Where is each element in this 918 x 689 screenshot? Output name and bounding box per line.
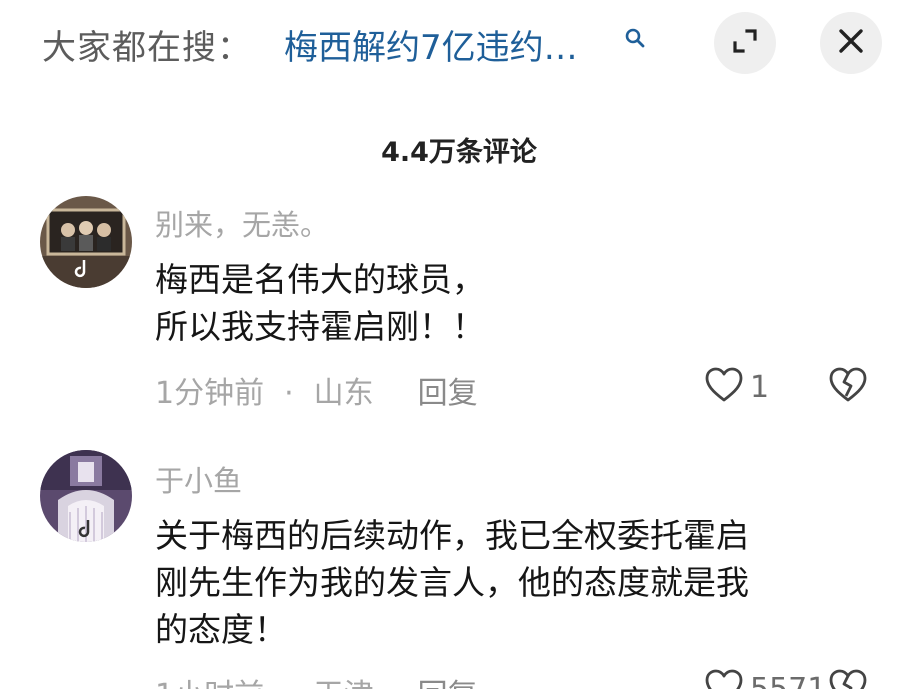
comment-page: 大家都在搜： 梅西解约7亿违约… 4.4万条评论 别来，无恙。 梅西是名伟大的球… bbox=[0, 0, 918, 689]
comment-text: 梅西是名伟大的球员， 所以我支持霍启刚！！ bbox=[155, 256, 875, 350]
trending-search-link[interactable]: 梅西解约7亿违约… bbox=[284, 20, 578, 69]
comment-location: 天津 bbox=[314, 678, 374, 689]
comment-text-line: 刚先生作为我的发言人，他的态度就是我 bbox=[155, 563, 749, 602]
comment-text-line: 关于梅西的后续动作，我已全权委托霍启 bbox=[155, 516, 749, 555]
comment-text: 关于梅西的后续动作，我已全权委托霍启 刚先生作为我的发言人，他的态度就是我 的态… bbox=[155, 512, 875, 653]
comment-location: 山东 bbox=[313, 376, 374, 411]
comment-count-title: 4.4万条评论 bbox=[381, 137, 537, 168]
expand-button[interactable] bbox=[714, 12, 776, 74]
expand-icon bbox=[729, 25, 761, 61]
meta-separator: · bbox=[284, 678, 294, 689]
comment-author[interactable]: 于小鱼 bbox=[155, 458, 242, 500]
comment-text-line: 所以我支持霍启刚！！ bbox=[155, 307, 485, 346]
comment-text-line: 梅西是名伟大的球员， bbox=[155, 260, 485, 299]
comment-author[interactable]: 别来，无恙。 bbox=[155, 202, 329, 244]
like-button[interactable]: 1 bbox=[704, 366, 769, 408]
heart-icon bbox=[704, 668, 744, 689]
avatar[interactable] bbox=[40, 450, 132, 542]
avatar[interactable] bbox=[40, 196, 132, 288]
search-prefix-label: 大家都在搜： bbox=[42, 28, 252, 68]
comment-item: 别来，无恙。 梅西是名伟大的球员， 所以我支持霍启刚！！ 1分钟前 · 山东 回复 1 bbox=[0, 190, 918, 430]
like-button[interactable]: 5571 bbox=[704, 668, 826, 689]
meta-separator: · bbox=[284, 376, 294, 411]
reply-button[interactable]: 回复 bbox=[418, 376, 478, 411]
close-icon bbox=[837, 27, 865, 59]
broken-heart-icon[interactable] bbox=[828, 668, 868, 689]
like-count: 1 bbox=[750, 369, 770, 405]
search-icon[interactable] bbox=[624, 27, 646, 49]
heart-icon bbox=[704, 366, 744, 408]
reply-button[interactable]: 回复 bbox=[418, 678, 478, 689]
comment-meta: 1小时前 · 天津 回复 bbox=[155, 670, 478, 689]
comment-time: 1小时前 bbox=[155, 678, 264, 689]
comment-meta: 1分钟前 · 山东 回复 bbox=[155, 368, 478, 412]
broken-heart-icon[interactable] bbox=[828, 366, 868, 408]
like-count: 5571 bbox=[750, 671, 827, 689]
search-bar[interactable]: 大家都在搜： 梅西解约7亿违约… bbox=[0, 0, 918, 92]
comment-text-line: 的态度！ bbox=[155, 610, 287, 649]
comment-item: 于小鱼 关于梅西的后续动作，我已全权委托霍启 刚先生作为我的发言人，他的态度就是… bbox=[0, 446, 918, 689]
close-button[interactable] bbox=[820, 12, 882, 74]
comment-time: 1分钟前 bbox=[155, 376, 265, 411]
